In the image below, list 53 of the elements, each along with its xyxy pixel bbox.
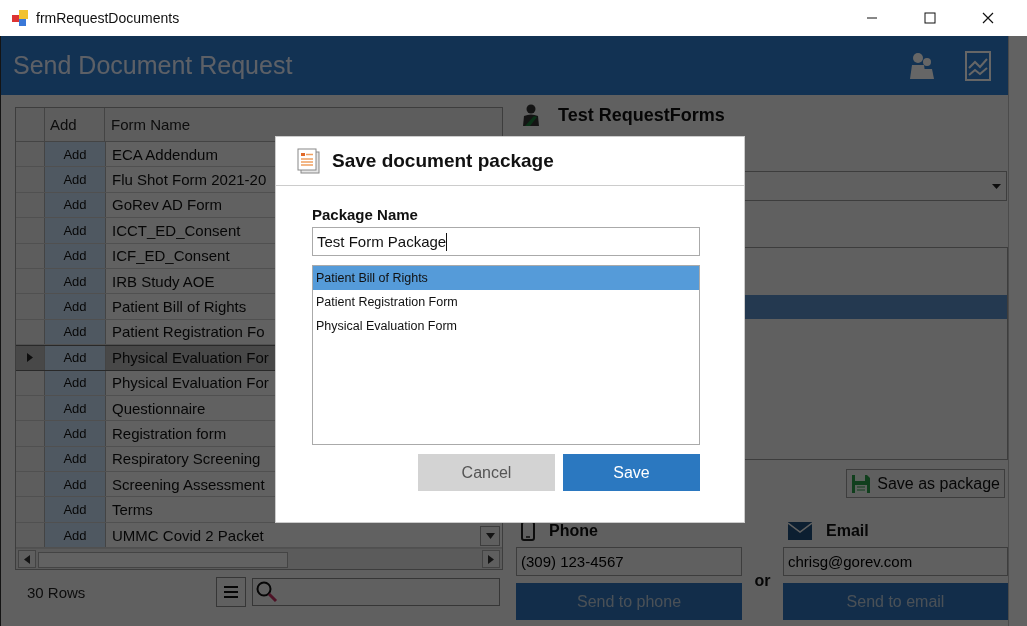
app-icon [11,9,29,27]
down-arrow-icon [485,533,495,539]
people-icon[interactable] [908,50,936,81]
save-button[interactable]: Save [563,454,700,491]
search-field[interactable] [252,578,500,606]
add-button[interactable]: Add [44,192,105,218]
email-label: Email [826,522,869,540]
add-button[interactable]: Add [44,243,105,268]
column-header[interactable]: Add [44,108,104,141]
maximize-icon[interactable] [924,12,936,24]
add-button[interactable]: Add [44,294,105,319]
add-button[interactable]: Add [44,522,105,548]
add-button[interactable]: Add [44,346,105,370]
scroll-down-button[interactable] [480,526,500,546]
phone-icon [521,521,535,541]
add-button[interactable]: Add [44,395,105,421]
add-button[interactable]: Add [44,142,105,167]
save-as-package-button[interactable]: Save as package [846,469,1005,498]
add-button[interactable]: Add [44,472,105,497]
patient-name: Test RequestForms [558,104,725,126]
package-name-field[interactable]: Test Form Package [312,227,700,256]
add-button[interactable]: Add [44,167,105,192]
scroll-left-button[interactable] [18,550,36,568]
left-arrow-icon [24,554,30,564]
document-icon [297,148,321,174]
dropdown-arrow-icon [992,183,1001,189]
window-title: frmRequestDocuments [36,10,180,26]
add-button[interactable]: Add [44,370,105,395]
search-icon [255,580,279,604]
phone-label: Phone [549,522,598,540]
or-label: or [753,571,772,591]
current-row-icon [27,353,33,363]
scrollbar-thumb[interactable] [38,552,288,568]
menu-button[interactable] [216,577,246,607]
add-button[interactable]: Add [44,319,105,345]
add-button[interactable]: Add [44,218,105,243]
cancel-button[interactable]: Cancel [418,454,555,491]
add-button[interactable]: Add [44,268,105,294]
menu-icon [223,585,239,599]
person-icon [522,104,540,126]
add-button[interactable]: Add [44,446,105,472]
email-field[interactable]: chrisg@gorev.com [783,547,1008,576]
row-count: 30 Rows [27,583,87,601]
page-title: Send Document Request [13,51,293,80]
add-button[interactable]: Add [44,497,105,522]
list-item[interactable]: Patient Bill of Rights [313,266,699,290]
chart-icon[interactable] [964,49,992,82]
right-arrow-icon [488,554,494,564]
add-button[interactable]: Add [44,421,105,446]
envelope-icon [788,522,812,540]
scroll-right-button[interactable] [482,550,500,568]
phone-field[interactable]: (309) 123-4567 [516,547,742,576]
close-icon[interactable] [982,12,994,24]
